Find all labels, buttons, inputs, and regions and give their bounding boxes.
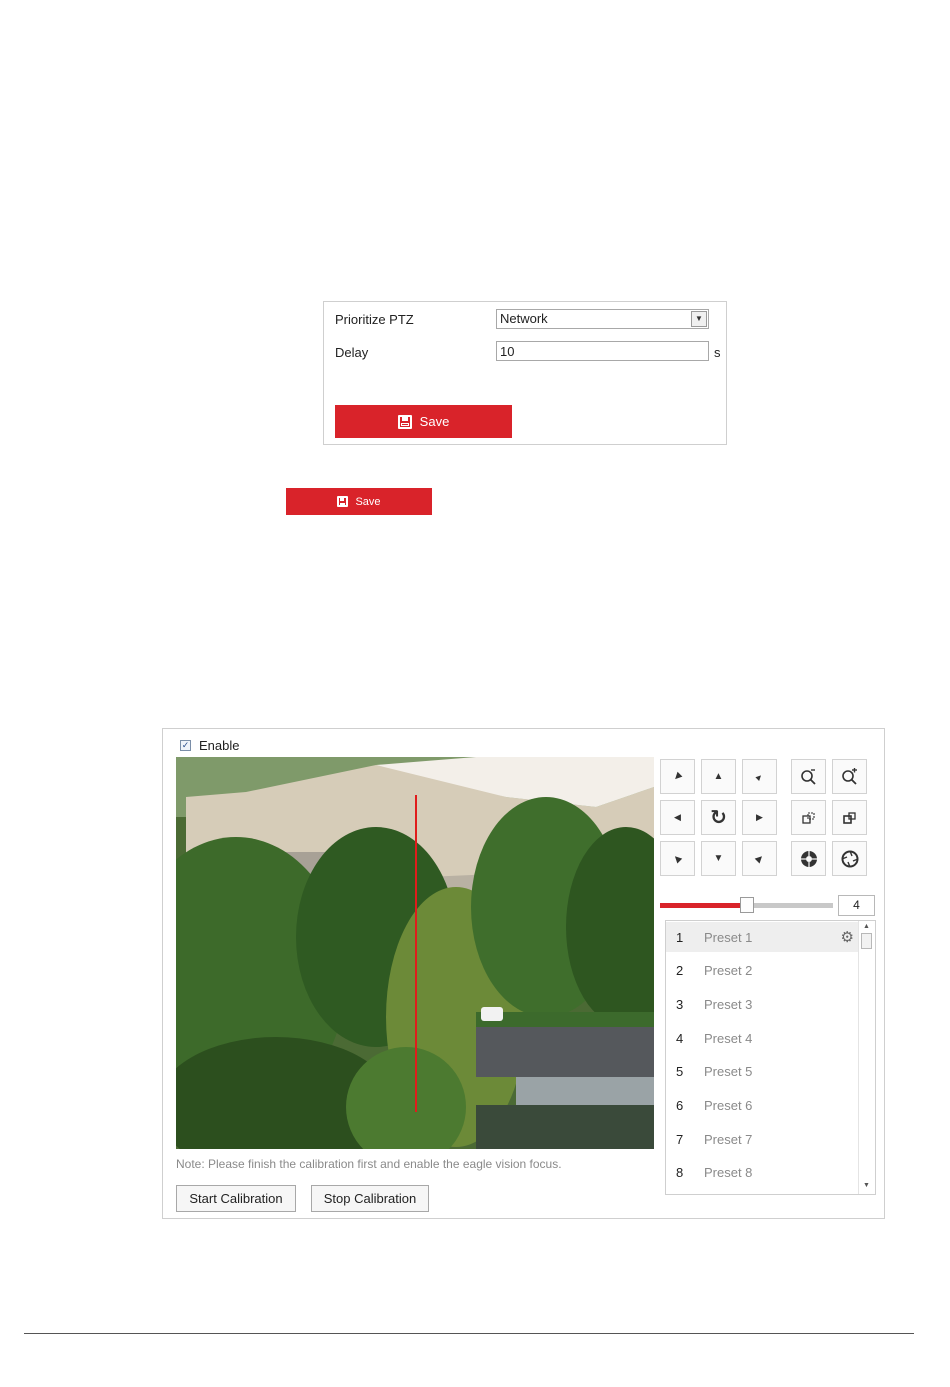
rotate-icon: ↻ [710,807,727,829]
prioritize-ptz-label: Prioritize PTZ [335,312,414,327]
preset-number: 2 [676,963,684,979]
preset-number: 7 [676,1131,684,1147]
arrow-left-icon: ◀ [674,812,681,822]
live-video-view[interactable] [176,757,654,1149]
pan-down-left-button[interactable]: ◀ [660,841,695,876]
preset-row[interactable]: 4 Preset 4 [666,1023,858,1053]
iris-open-button[interactable] [791,841,826,876]
ptz-priority-panel: Prioritize PTZ Network ▼ Delay s Save [323,301,727,445]
preset-row[interactable]: 6 Preset 6 [666,1091,858,1121]
focus-far-button[interactable] [832,800,867,835]
scrollbar-thumb[interactable] [861,933,872,949]
arrow-up-icon: ▲ [713,771,724,782]
enable-checkbox[interactable]: ✓ [180,740,191,751]
chevron-down-icon[interactable]: ▼ [691,311,707,327]
focus-near-button[interactable] [791,800,826,835]
preset-number: 8 [676,1165,684,1181]
enable-row[interactable]: ✓ Enable [180,738,239,753]
iris-open-icon [800,850,817,867]
save-icon [397,414,412,429]
preset-number: 3 [676,996,684,1012]
ptz-speed-slider-fill [660,903,747,908]
eagle-vision-panel: ✓ Enable ◀ ▲ ▲ ◀ ↻ ▶ ◀ ▼ ▶ 4 1 Preset 1 … [162,728,885,1219]
pan-right-button[interactable]: ▶ [742,800,777,835]
preset-row[interactable]: 3 Preset 3 [666,989,858,1019]
arrow-down-left-icon: ◀ [671,852,684,865]
arrow-down-right-icon: ▶ [753,852,766,865]
preset-number: 5 [676,1064,684,1080]
arrow-right-icon: ▶ [756,812,763,822]
tilt-down-button[interactable]: ▼ [701,841,736,876]
delay-unit: s [714,345,721,360]
preset-row[interactable]: 8 Preset 8 [666,1158,858,1188]
preset-number: 4 [676,1030,684,1046]
pan-up-left-button[interactable]: ◀ [660,759,695,794]
preset-name: Preset 5 [704,1064,753,1080]
ptz-speed-value[interactable]: 4 [838,895,875,916]
save-button[interactable]: Save [335,405,512,438]
save-button-label: Save [419,414,450,429]
preset-row[interactable]: 5 Preset 5 [666,1057,858,1087]
preset-name: Preset 8 [704,1165,753,1181]
iris-close-icon [841,850,858,867]
zoom-out-button[interactable] [791,759,826,794]
preset-list[interactable]: 1 Preset 1 ⚙ 2 Preset 2 3 Preset 3 4 Preset 4 5 Pr… [665,920,876,1195]
prioritize-ptz-select[interactable]: Network ▼ [496,309,709,329]
iris-close-button[interactable] [832,841,867,876]
preset-scrollbar[interactable]: ▲ ▼ [858,921,875,1194]
preset-name: Preset 6 [704,1098,753,1113]
zoom-out-icon [800,768,816,785]
enable-label: Enable [199,738,240,753]
zoom-in-button[interactable] [832,759,867,794]
stop-calibration-button[interactable]: Stop Calibration [311,1185,429,1212]
pan-up-right-button[interactable]: ▲ [742,759,777,794]
scroll-up-icon[interactable]: ▲ [863,923,870,930]
preset-number: 1 [676,929,684,945]
arrow-up-left-icon: ◀ [671,770,684,783]
scroll-down-icon[interactable]: ▼ [863,1182,870,1189]
tilt-up-button[interactable]: ▲ [701,759,736,794]
ptz-speed-slider-track[interactable] [660,897,833,913]
footer-divider [24,1333,914,1334]
arrow-up-right-icon: ▲ [752,769,767,784]
preset-name: Preset 7 [704,1131,753,1147]
prioritize-ptz-value: Network [500,311,548,326]
standalone-save-label: Save [355,495,381,508]
pan-left-button[interactable]: ◀ [660,800,695,835]
video-frame-image [176,757,654,1149]
calibration-note: Note: Please finish the calibration firs… [176,1157,562,1171]
focus-far-icon [842,811,856,824]
pan-down-right-button[interactable]: ▶ [742,841,777,876]
save-icon [337,496,349,507]
standalone-save-button[interactable]: Save [286,488,432,515]
preset-row[interactable]: 2 Preset 2 [666,956,858,986]
ptz-speed-slider-thumb[interactable] [739,897,754,913]
delay-label: Delay [335,345,369,360]
preset-name: Preset 2 [704,963,753,979]
auto-scan-button[interactable]: ↻ [701,800,736,835]
delay-input[interactable] [496,341,709,361]
zoom-in-icon [841,767,857,785]
focus-near-icon [801,811,815,824]
start-calibration-button[interactable]: Start Calibration [176,1185,296,1212]
gear-icon[interactable]: ⚙ [841,928,854,946]
preset-row[interactable]: 7 Preset 7 [666,1124,858,1154]
preset-name: Preset 3 [704,996,753,1012]
preset-number: 6 [676,1098,684,1113]
preset-name: Preset 4 [704,1030,753,1046]
arrow-down-icon: ▼ [713,853,724,864]
preset-row[interactable]: 1 Preset 1 ⚙ [666,922,858,952]
preset-name: Preset 1 [704,929,753,945]
